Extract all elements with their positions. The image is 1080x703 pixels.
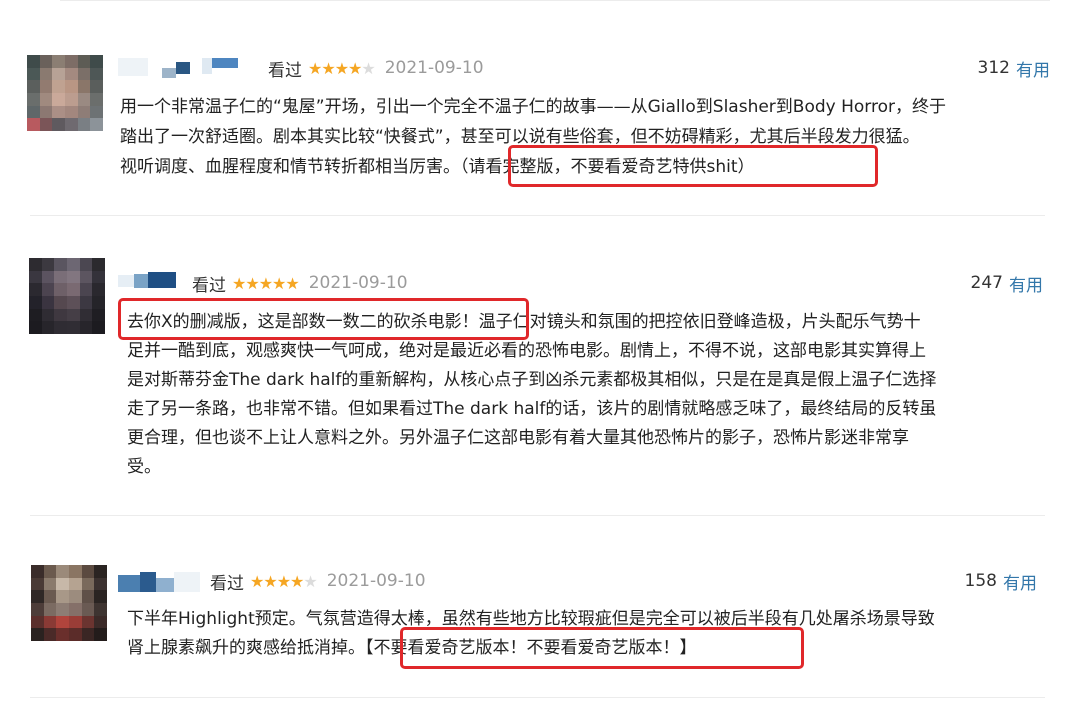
comment-date: 2021-09-10 bbox=[326, 571, 426, 591]
star-filled-icon: ★ bbox=[272, 273, 286, 293]
vote-area: 247 有用 bbox=[971, 270, 1043, 296]
comment-text-line: 用一个非常温子仁的“鬼屋”开场，引出一个完全不温子仁的故事——从Giallo到S… bbox=[120, 97, 946, 117]
watched-label: 看过 bbox=[192, 275, 226, 296]
star-filled-icon: ★ bbox=[334, 58, 349, 78]
top-divider bbox=[60, 0, 1050, 1]
comment-text-line: 更合理，但也谈不上让人意料之外。另外温子仁这部电影有着大量其他恐怖片的影子，恐怖… bbox=[127, 428, 909, 448]
vote-count: 158 bbox=[964, 571, 997, 591]
vote-count: 312 bbox=[977, 58, 1010, 78]
vote-area: 312 有用 bbox=[978, 55, 1050, 81]
username[interactable] bbox=[118, 52, 258, 78]
comment-meta: 看过 ★★★★★ 2021-09-10 bbox=[210, 568, 426, 594]
star-filled-icon: ★ bbox=[250, 571, 264, 591]
comment-meta: 看过 ★★★★★ 2021-09-10 bbox=[192, 270, 408, 296]
comment-divider bbox=[30, 215, 1045, 216]
comment-text-line: 是对斯蒂芬金The dark half的重新解构，从核心点子到凶杀元素都极其相似… bbox=[127, 370, 937, 390]
useful-button[interactable]: 有用 bbox=[1016, 56, 1050, 81]
highlight-box bbox=[508, 145, 878, 187]
vote-count: 247 bbox=[970, 273, 1003, 293]
star-filled-icon: ★ bbox=[232, 273, 246, 293]
star-filled-icon: ★ bbox=[285, 273, 299, 293]
comment-date: 2021-09-10 bbox=[384, 58, 484, 78]
avatar[interactable] bbox=[29, 258, 105, 334]
avatar[interactable] bbox=[27, 55, 103, 131]
star-filled-icon: ★ bbox=[348, 58, 362, 78]
rating-stars: ★★★★★ bbox=[232, 273, 300, 293]
useful-button[interactable]: 有用 bbox=[1003, 569, 1037, 594]
star-filled-icon: ★ bbox=[321, 58, 335, 78]
comment-divider bbox=[30, 515, 1045, 516]
star-filled-icon: ★ bbox=[263, 571, 277, 591]
avatar[interactable] bbox=[31, 565, 107, 641]
highlight-box bbox=[118, 298, 529, 340]
username[interactable] bbox=[118, 268, 188, 290]
star-empty-icon: ★ bbox=[303, 571, 317, 591]
comment-meta: 看过 ★★★★★ 2021-09-10 bbox=[268, 55, 484, 81]
star-filled-icon: ★ bbox=[290, 571, 304, 591]
star-filled-icon: ★ bbox=[258, 273, 273, 293]
watched-label: 看过 bbox=[210, 573, 244, 594]
comment-date: 2021-09-10 bbox=[308, 273, 408, 293]
star-filled-icon: ★ bbox=[308, 58, 322, 78]
comment-text-line: 足并一酷到底，观感爽快一气呵成，绝对是最近必看的恐怖电影。剧情上，不得不说，这部… bbox=[127, 341, 926, 361]
star-filled-icon: ★ bbox=[245, 273, 259, 293]
comment-text-line: 受。 bbox=[127, 457, 161, 477]
useful-button[interactable]: 有用 bbox=[1009, 271, 1043, 296]
username[interactable] bbox=[118, 570, 208, 592]
watched-label: 看过 bbox=[268, 60, 302, 81]
star-filled-icon: ★ bbox=[276, 571, 291, 591]
star-empty-icon: ★ bbox=[361, 58, 375, 78]
rating-stars: ★★★★★ bbox=[250, 571, 318, 591]
vote-area: 158 有用 bbox=[965, 568, 1037, 594]
rating-stars: ★★★★★ bbox=[308, 58, 376, 78]
highlight-box bbox=[400, 627, 804, 669]
comment-text-line: 走了另一条路，也非常不错。但如果看过The dark half的话，该片的剧情就… bbox=[127, 399, 937, 419]
comment-divider bbox=[30, 697, 1045, 698]
